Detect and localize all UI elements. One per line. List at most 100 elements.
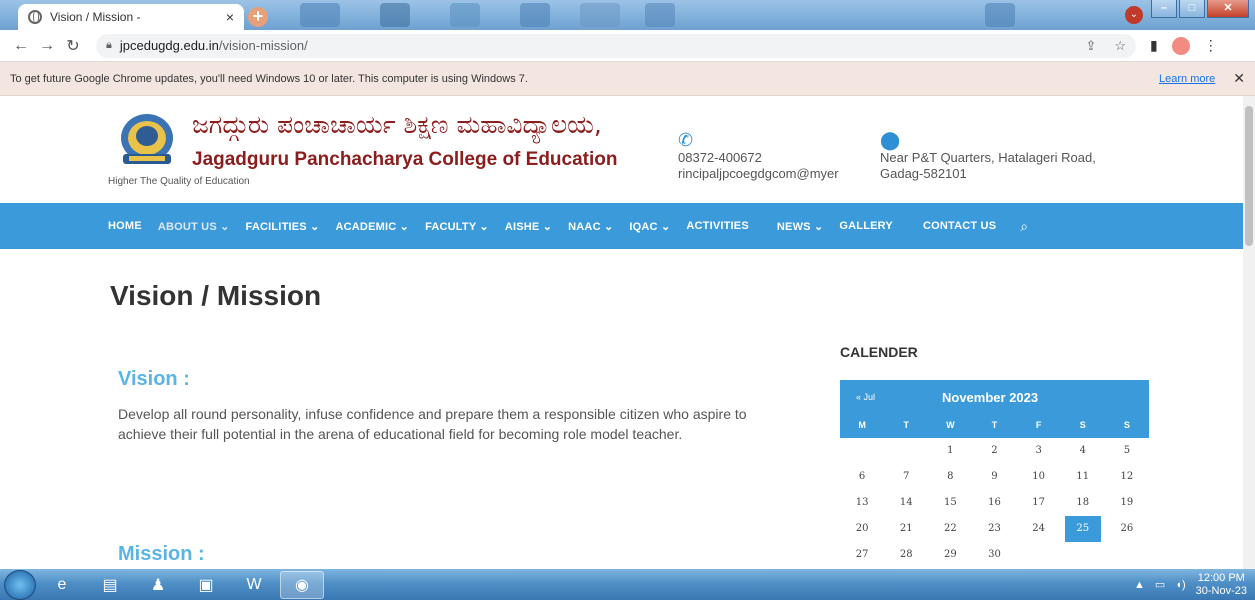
address-line-2: Gadag-582101	[880, 166, 967, 181]
calendar-prev-link[interactable]: « Jul	[856, 392, 926, 402]
calendar-day[interactable]: 17	[1017, 490, 1061, 516]
tray-expand-icon[interactable]: ▲	[1134, 579, 1145, 591]
side-panel-icon[interactable]: ▮	[1150, 37, 1158, 54]
calendar-day[interactable]: 18	[1061, 490, 1105, 516]
calendar-day[interactable]: 28	[884, 542, 928, 568]
calendar-day[interactable]: 15	[928, 490, 972, 516]
learn-more-link[interactable]: Learn more	[1159, 73, 1215, 85]
calendar-day[interactable]: 19	[1105, 490, 1149, 516]
url-path: /vision-mission/	[218, 38, 308, 53]
college-name-kannada[interactable]: ಜಗದ್ಗುರು ಪಂಚಾಚಾರ್ಯ ಶಿಕ್ಷಣ ಮಹಾವಿದ್ಯಾಲಯ,	[192, 110, 602, 140]
nav-activities[interactable]: ACTIVITIES	[686, 220, 749, 232]
nav-news[interactable]: NEWS ⌄	[777, 220, 823, 233]
calendar-day	[1061, 542, 1105, 568]
calendar-day[interactable]: 9	[972, 464, 1016, 490]
start-button[interactable]	[4, 569, 36, 600]
bookmark-star-icon[interactable]: ☆	[1114, 38, 1126, 54]
calendar-day[interactable]: 7	[884, 464, 928, 490]
tagline: Higher The Quality of Education	[108, 176, 250, 187]
mission-heading: Mission :	[118, 543, 205, 565]
tab-close-icon[interactable]: ×	[226, 9, 234, 25]
share-icon[interactable]: ⇪	[1085, 38, 1096, 54]
calendar-day[interactable]: 12	[1105, 464, 1149, 490]
calendar-day-header: T	[884, 414, 929, 438]
nav-facilities[interactable]: FACILITIES ⌄	[246, 220, 320, 233]
volume-icon[interactable]: ◖)	[1175, 579, 1185, 591]
calendar-day[interactable]: 16	[972, 490, 1016, 516]
calendar-day-header: W	[928, 414, 973, 438]
calendar-day[interactable]: 11	[1061, 464, 1105, 490]
calendar-day	[1017, 542, 1061, 568]
file-explorer-icon[interactable]: ▤	[88, 571, 132, 599]
calendar-day[interactable]: 29	[928, 542, 972, 568]
url-bar[interactable]: 🔒︎ jpcedugdg.edu.in/vision-mission/ ⇪ ☆	[96, 33, 1136, 58]
internet-explorer-icon[interactable]: e	[40, 571, 84, 599]
calendar-day[interactable]: 27	[840, 542, 884, 568]
clock[interactable]: 12:00 PM 30-Nov-23	[1196, 572, 1247, 598]
menu-kebab-icon[interactable]: ⋮	[1204, 37, 1218, 54]
search-icon[interactable]: ⌕	[1020, 218, 1028, 235]
calendar-day[interactable]: 20	[840, 516, 884, 542]
nav-about-us[interactable]: ABOUT US ⌄	[158, 220, 230, 233]
calendar-day[interactable]: 10	[1017, 464, 1061, 490]
minimize-button[interactable]: –	[1151, 0, 1177, 18]
calendar-day[interactable]: 4	[1061, 438, 1105, 464]
calendar-widget: « Jul November 2023 M T W T F S S 1 2 3 4 5 6 7 8 9 10 11…	[840, 380, 1149, 568]
nav-contact-us[interactable]: CONTACT US	[923, 220, 996, 232]
back-arrow-icon[interactable]: ←	[8, 37, 34, 55]
calendar-day[interactable]: 6	[840, 464, 884, 490]
tab-search-icon[interactable]: ⌄	[1125, 6, 1143, 24]
image-viewer-icon[interactable]: ▣	[184, 571, 228, 599]
tab-vision-mission[interactable]: Vision / Mission - ×	[18, 4, 244, 30]
calendar-day[interactable]: 23	[972, 516, 1016, 542]
nav-home[interactable]: HOME	[108, 220, 142, 232]
blurred-tab	[520, 3, 550, 27]
maximize-button[interactable]: □	[1179, 0, 1205, 18]
chrome-icon[interactable]: ◉	[280, 570, 324, 599]
info-close-icon[interactable]: ✕	[1233, 70, 1245, 87]
calendar-day[interactable]: 22	[928, 516, 972, 542]
reload-icon[interactable]: ↻	[60, 36, 86, 56]
page-scrollbar[interactable]	[1243, 96, 1255, 569]
new-tab-button[interactable]: +	[248, 7, 268, 27]
college-logo-icon[interactable]	[117, 112, 177, 168]
profile-avatar-icon[interactable]	[1171, 36, 1190, 55]
calendar-day[interactable]: 26	[1105, 516, 1149, 542]
calendar-month: November 2023	[942, 389, 1039, 405]
calendar-day[interactable]: 3	[1017, 438, 1061, 464]
college-name[interactable]: Jagadguru Panchacharya College of Educat…	[192, 149, 618, 171]
calendar-day[interactable]: 14	[884, 490, 928, 516]
windows-taskbar: e ▤ ♟ ▣ W ◉ ▲ ▭ ◖) 12:00 PM 30-Nov-23	[0, 569, 1255, 600]
calendar-day[interactable]: 1	[928, 438, 972, 464]
nav-academic[interactable]: ACADEMIC ⌄	[336, 220, 410, 233]
calendar-day[interactable]: 24	[1017, 516, 1061, 542]
calendar-day[interactable]: 30	[972, 542, 1016, 568]
calendar-day-header: S	[1104, 414, 1149, 438]
nav-aishe[interactable]: AISHE ⌄	[505, 220, 552, 233]
nav-faculty[interactable]: FACULTY ⌄	[425, 220, 489, 233]
page-title: Vision / Mission	[110, 280, 322, 311]
blurred-tab	[985, 3, 1015, 27]
close-window-button[interactable]: ✕	[1207, 0, 1249, 18]
nav-iqac[interactable]: IQAC ⌄	[629, 220, 670, 233]
app-icon[interactable]: ♟	[136, 571, 180, 599]
calendar-day[interactable]: 13	[840, 490, 884, 516]
address-toolbar: ← → ↻ 🔒︎ jpcedugdg.edu.in/vision-mission…	[0, 30, 1255, 62]
clock-date: 30-Nov-23	[1195, 584, 1247, 597]
word-icon[interactable]: W	[232, 571, 276, 599]
calendar-day[interactable]: 2	[972, 438, 1016, 464]
forward-arrow-icon[interactable]: →	[34, 37, 60, 55]
browser-tab-bar: Vision / Mission - × + ⌄ – □ ✕	[0, 0, 1255, 30]
window-controls: – □ ✕	[1151, 0, 1249, 18]
calendar-heading: CALENDER	[840, 344, 918, 360]
phone-number: 08372-400672	[678, 150, 762, 165]
calendar-day[interactable]: 21	[884, 516, 928, 542]
scrollbar-thumb[interactable]	[1245, 106, 1253, 246]
calendar-day[interactable]: 5	[1105, 438, 1149, 464]
calendar-day-today[interactable]: 25	[1064, 516, 1101, 542]
nav-naac[interactable]: NAAC ⌄	[568, 220, 613, 233]
calendar-day[interactable]: 8	[928, 464, 972, 490]
nav-gallery[interactable]: GALLERY	[839, 220, 893, 232]
network-icon[interactable]: ▭	[1155, 578, 1165, 591]
lock-icon[interactable]: 🔒︎	[106, 39, 112, 52]
